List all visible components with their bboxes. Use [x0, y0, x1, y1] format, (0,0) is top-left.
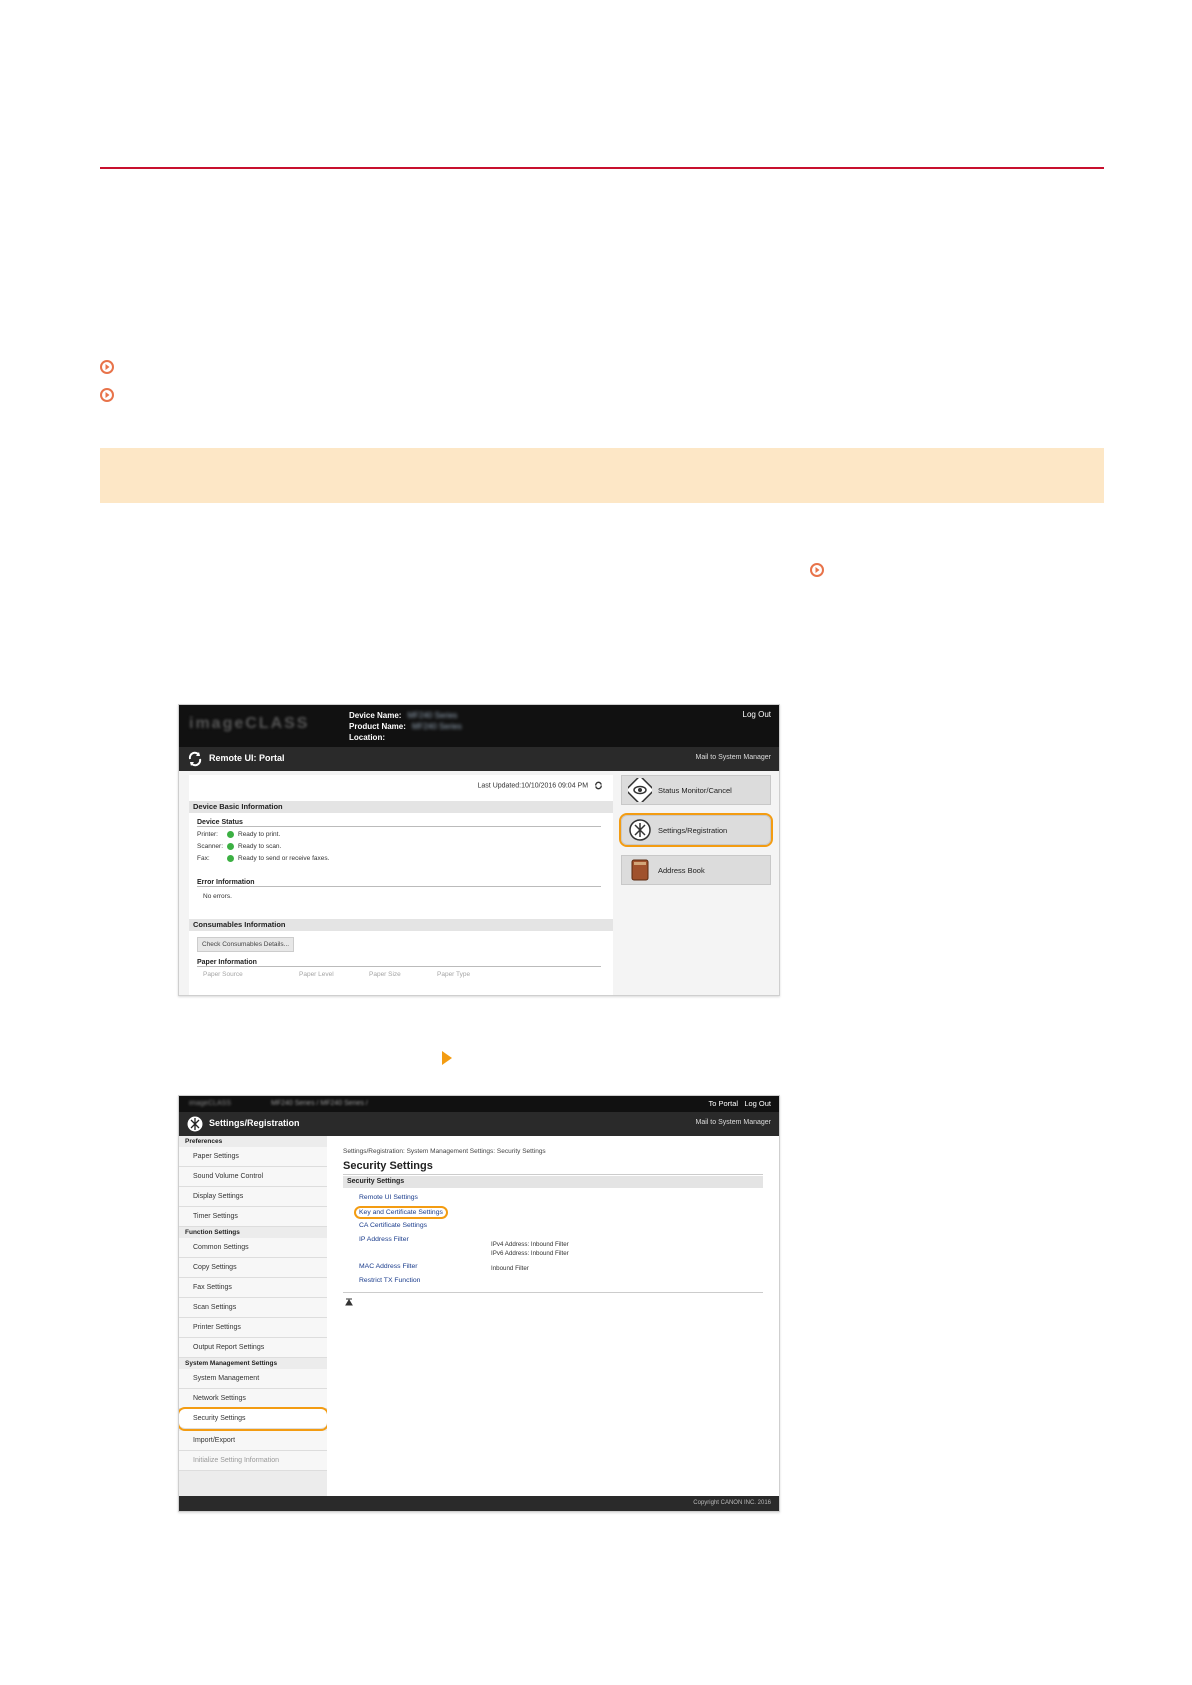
address-book-button[interactable]: Address Book: [621, 855, 771, 885]
copyright: Copyright CANON INC. 2016: [693, 1500, 771, 1506]
page-title: Settings/Registration: [209, 1118, 300, 1128]
breadcrumb: Settings/Registration: System Management…: [343, 1148, 546, 1155]
top-breadcrumb: MF240 Series / MF240 Series /: [271, 1100, 368, 1107]
security-settings-section: Security Settings: [343, 1176, 763, 1188]
settings-icon: [629, 819, 651, 841]
ca-certificate-settings-link[interactable]: CA Certificate Settings: [359, 1222, 427, 1229]
logout-link[interactable]: Log Out: [744, 1099, 771, 1108]
settings-title-bar: Settings/Registration Mail to System Man…: [179, 1112, 779, 1136]
status-ok-icon: [227, 843, 234, 850]
mail-link[interactable]: Mail to System Manager: [696, 754, 771, 761]
settings-header: imageCLASS MF240 Series / MF240 Series /…: [179, 1096, 779, 1112]
paper-col: Paper Type: [437, 971, 471, 978]
portal-title-bar: Remote UI: Portal Mail to System Manager: [179, 747, 779, 771]
device-info: Device Name: MF240 Series Product Name: MF…: [349, 711, 462, 742]
divider: [343, 1292, 763, 1293]
portal-main: Last Updated:10/10/2016 09:04 PM Device …: [189, 775, 613, 995]
circle-arrow-icon: [100, 388, 114, 402]
settings-icon: [187, 1116, 203, 1132]
restrict-tx-function-link[interactable]: Restrict TX Function: [359, 1277, 420, 1284]
ip-address-filter-link[interactable]: IP Address Filter: [359, 1236, 409, 1243]
circle-arrow-icon: [100, 360, 114, 374]
address-book-icon: [631, 859, 649, 881]
settings-sidebar: Preferences Paper Settings Sound Volume …: [179, 1136, 329, 1511]
link-item-1[interactable]: [100, 360, 114, 374]
page-title: Remote UI: Portal: [209, 753, 285, 763]
remote-ui-icon: [188, 751, 202, 767]
mac-filter-value: Inbound Filter: [491, 1265, 529, 1272]
step-arrow-icon: [442, 1051, 452, 1065]
paper-col: Paper Source: [203, 971, 243, 978]
portal-header: imageCLASS Device Name: MF240 Series Prod…: [179, 705, 779, 747]
brand-logo: imageCLASS: [189, 715, 310, 732]
divider: [343, 1174, 763, 1175]
scroll-top-icon[interactable]: [345, 1298, 353, 1306]
portal-body: Last Updated:10/10/2016 09:04 PM Device …: [179, 771, 779, 995]
status-row: Scanner: Ready to scan.: [197, 843, 282, 850]
paper-info-header: Paper Information: [197, 959, 601, 967]
sidebar-item-security-settings[interactable]: Security Settings: [179, 1407, 329, 1431]
status-monitor-button[interactable]: Status Monitor/Cancel: [621, 775, 771, 805]
check-consumables-button[interactable]: Check Consumables Details...: [197, 937, 295, 952]
sidebar-item-copy-settings[interactable]: Copy Settings: [179, 1258, 327, 1278]
status-row: Printer: Ready to print.: [197, 831, 281, 838]
security-settings-title: Security Settings: [343, 1160, 433, 1172]
sidebar-group-preferences: Preferences: [185, 1138, 223, 1145]
sidebar-item-initialize[interactable]: Initialize Setting Information: [179, 1451, 327, 1471]
ip-filter-values: IPv4 Address: Inbound Filter IPv6 Addres…: [491, 1241, 569, 1257]
sidebar-group-system: System Management Settings: [185, 1360, 278, 1367]
paper-col: Paper Size: [369, 971, 401, 978]
title-rule: [100, 167, 1104, 169]
mail-link[interactable]: Mail to System Manager: [696, 1119, 771, 1126]
last-updated: Last Updated:10/10/2016 09:04 PM: [478, 781, 603, 790]
sidebar-item-system-management[interactable]: System Management: [179, 1369, 327, 1389]
device-basic-info-header: Device Basic Information: [189, 801, 613, 813]
section-band: [100, 448, 1104, 503]
paper-col: Paper Level: [299, 971, 334, 978]
status-ok-icon: [227, 855, 234, 862]
refresh-icon[interactable]: [594, 781, 603, 790]
consumables-header: Consumables Information: [189, 919, 613, 931]
sidebar-item-sound-volume[interactable]: Sound Volume Control: [179, 1167, 327, 1187]
remote-ui-settings-link[interactable]: Remote UI Settings: [359, 1194, 418, 1201]
sidebar-item-scan-settings[interactable]: Scan Settings: [179, 1298, 327, 1318]
settings-screenshot: imageCLASS MF240 Series / MF240 Series /…: [178, 1095, 780, 1512]
mac-address-filter-link[interactable]: MAC Address Filter: [359, 1263, 418, 1270]
portal-screenshot: imageCLASS Device Name: MF240 Series Prod…: [178, 704, 780, 996]
sidebar-item-printer-settings[interactable]: Printer Settings: [179, 1318, 327, 1338]
sidebar-item-network-settings[interactable]: Network Settings: [179, 1389, 327, 1409]
status-row: Fax: Ready to send or receive faxes.: [197, 855, 330, 862]
no-errors-text: No errors.: [203, 893, 232, 900]
sidebar-item-output-report[interactable]: Output Report Settings: [179, 1338, 327, 1358]
sidebar-item-paper-settings[interactable]: Paper Settings: [179, 1147, 327, 1167]
brand-logo: imageCLASS: [189, 1100, 232, 1107]
to-portal-link[interactable]: To Portal: [708, 1099, 738, 1108]
settings-main: Settings/Registration: System Management…: [327, 1136, 779, 1511]
sidebar-item-fax-settings[interactable]: Fax Settings: [179, 1278, 327, 1298]
settings-registration-button[interactable]: Settings/Registration: [619, 813, 773, 847]
sidebar-item-common-settings[interactable]: Common Settings: [179, 1238, 327, 1258]
header-links: To Portal Log Out: [708, 1099, 771, 1108]
logout-link[interactable]: Log Out: [743, 710, 771, 719]
circle-arrow-icon: [810, 563, 824, 577]
link-item-2[interactable]: [100, 388, 114, 402]
eye-icon: [628, 778, 652, 802]
status-ok-icon: [227, 831, 234, 838]
device-status-header: Device Status: [197, 819, 601, 827]
sidebar-group-function: Function Settings: [185, 1229, 240, 1236]
sidebar-item-timer-settings[interactable]: Timer Settings: [179, 1207, 327, 1227]
footer: Copyright CANON INC. 2016: [179, 1496, 779, 1511]
sidebar-item-display-settings[interactable]: Display Settings: [179, 1187, 327, 1207]
inline-link[interactable]: [810, 563, 824, 577]
key-certificate-settings-link[interactable]: Key and Certificate Settings: [354, 1206, 448, 1219]
error-info-header: Error Information: [197, 879, 601, 887]
sidebar-item-import-export[interactable]: Import/Export: [179, 1431, 327, 1451]
